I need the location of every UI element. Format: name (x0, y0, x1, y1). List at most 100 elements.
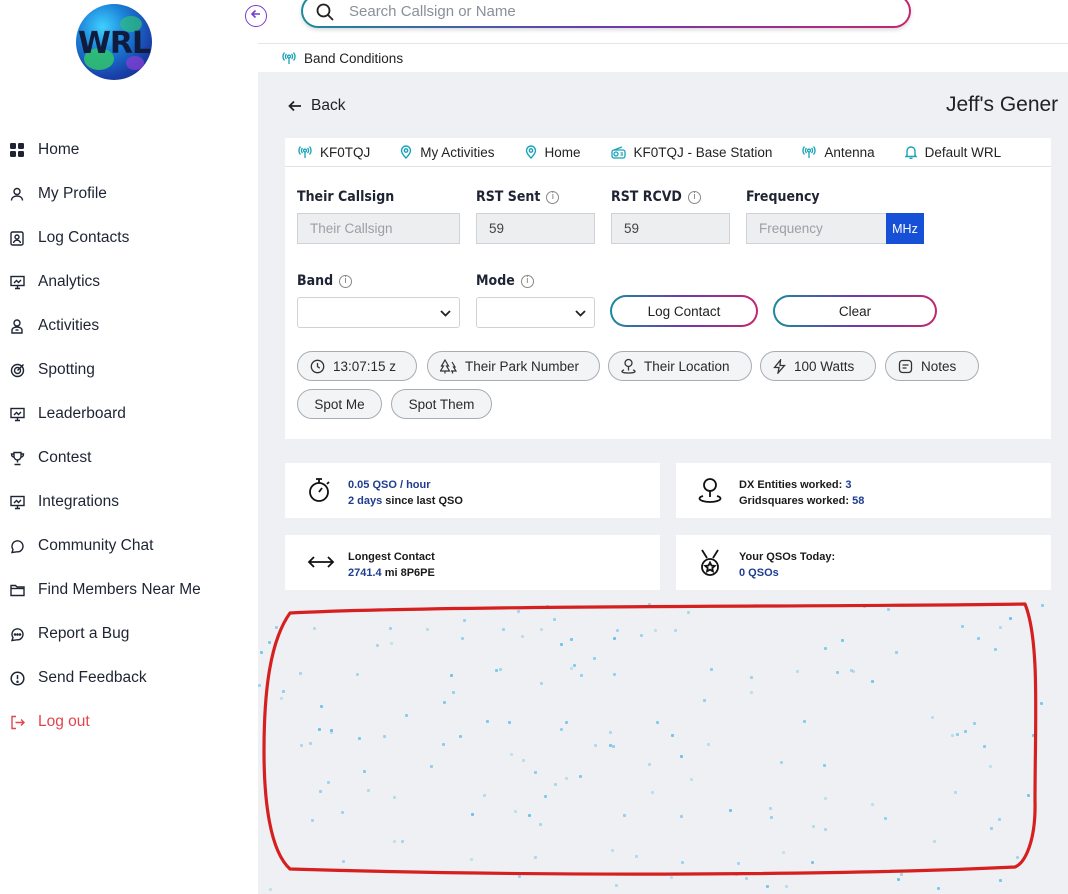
tab-home[interactable]: Home (525, 145, 581, 160)
sidebar-item-find-members[interactable]: Find Members Near Me (0, 568, 258, 612)
note-icon (898, 359, 913, 374)
sidebar-item-home[interactable]: Home (0, 128, 258, 172)
star-dot (656, 721, 660, 725)
tab-my-activities[interactable]: My Activities (400, 145, 495, 160)
spot-me-pill[interactable]: Spot Me (297, 389, 382, 419)
star-dot (703, 698, 707, 702)
person-badge-icon (9, 318, 25, 334)
pill-label: 13:07:15 z (333, 358, 397, 374)
tab-callsign[interactable]: KF0TQJ (298, 145, 370, 160)
star-dot (430, 765, 434, 769)
trophy-icon (9, 450, 25, 466)
back-button[interactable]: Back (288, 97, 345, 115)
pill-label: Notes (921, 358, 957, 374)
sidebar-item-leaderboard[interactable]: Leaderboard (0, 392, 258, 436)
location-pin-icon (525, 145, 537, 159)
sidebar-item-integrations[interactable]: Integrations (0, 480, 258, 524)
star-dot (823, 647, 827, 651)
qsos-today-card: Your QSOs Today: 0 QSOs (676, 535, 1051, 590)
clear-button[interactable]: Clear (773, 295, 937, 327)
pill-label: 100 Watts (794, 358, 855, 374)
star-dot (471, 813, 475, 817)
star-dot (977, 637, 981, 641)
sidebar-item-contest[interactable]: Contest (0, 436, 258, 480)
info-icon[interactable]: i (520, 274, 534, 288)
sidebar-item-log-contacts[interactable]: Log Contacts (0, 216, 258, 260)
their-location-pill[interactable]: Their Location (608, 351, 752, 381)
tab-label: KF0TQJ (320, 144, 371, 160)
star-dot (997, 817, 1001, 821)
their-callsign-label: Their Callsign (297, 189, 394, 205)
band-conditions-bar[interactable]: Band Conditions (258, 43, 1068, 72)
sidebar-item-report-bug[interactable]: Report a Bug (0, 612, 258, 656)
star-dot (963, 729, 967, 733)
star-dot (999, 878, 1003, 882)
wrl-logo[interactable]: WRL (76, 4, 152, 80)
star-dot (896, 878, 900, 882)
star-dot (653, 629, 657, 633)
frequency-label: Frequency (746, 189, 820, 205)
star-dot (612, 744, 616, 748)
days-since-suffix: since last QSO (382, 495, 463, 507)
mode-label: Mode i (476, 273, 534, 289)
sidebar-item-community-chat[interactable]: Community Chat (0, 524, 258, 568)
sidebar-item-label: Report a Bug (38, 625, 130, 642)
sidebar-item-send-feedback[interactable]: Send Feedback (0, 656, 258, 700)
presentation-chart-icon (9, 494, 25, 510)
sidebar-item-my-profile[interactable]: My Profile (0, 172, 258, 216)
star-dot (405, 713, 409, 717)
log-contact-button[interactable]: Log Contact (610, 295, 758, 327)
frequency-input[interactable]: Frequency (746, 213, 887, 244)
star-dot (894, 651, 898, 655)
star-dot (363, 769, 367, 773)
sidebar-item-log-out[interactable]: Log out (0, 700, 258, 744)
sidebar-item-label: Home (38, 141, 80, 158)
star-dot (988, 765, 992, 769)
mode-select[interactable] (476, 297, 595, 328)
info-icon[interactable]: i (546, 190, 560, 204)
spot-them-pill[interactable]: Spot Them (391, 389, 492, 419)
star-dot (502, 628, 506, 632)
star-dot (366, 789, 370, 793)
star-dot (1016, 855, 1020, 859)
info-icon[interactable]: i (687, 190, 701, 204)
longest-contact-label: Longest Contact (348, 551, 435, 563)
time-pill[interactable]: 13:07:15 z (297, 351, 417, 381)
star-dot (835, 671, 839, 675)
star-dot (543, 794, 547, 798)
star-dot (579, 774, 583, 778)
collapse-sidebar-button[interactable] (245, 5, 267, 27)
star-dot (871, 680, 875, 684)
their-callsign-input[interactable]: Their Callsign (297, 213, 460, 244)
star-dot (679, 814, 683, 818)
lightning-icon (773, 358, 786, 374)
star-dot (507, 720, 511, 724)
tab-default-wrl[interactable]: Default WRL (904, 145, 1001, 160)
sidebar-item-spotting[interactable]: Spotting (0, 348, 258, 392)
info-icon[interactable]: i (339, 274, 353, 288)
rst-sent-input[interactable]: 59 (476, 213, 595, 244)
star-dot (509, 753, 513, 757)
grid-icon (9, 142, 25, 158)
rst-rcvd-label-text: RST RCVD (611, 189, 682, 205)
dx-entities-value: 3 (845, 479, 852, 491)
sidebar-item-analytics[interactable]: Analytics (0, 260, 258, 304)
sidebar-item-label: Analytics (38, 273, 101, 290)
park-number-pill[interactable]: Their Park Number (427, 351, 600, 381)
star-dot (482, 794, 486, 798)
star-dot (258, 683, 262, 687)
tab-label: KF0TQJ - Base Station (633, 144, 773, 160)
search-bar[interactable] (301, 0, 911, 28)
star-dot (840, 639, 844, 643)
star-dot (441, 743, 445, 747)
rst-rcvd-input[interactable]: 59 (611, 213, 730, 244)
tab-base-station[interactable]: KF0TQJ - Base Station (610, 144, 773, 160)
tab-antenna[interactable]: Antenna (802, 145, 875, 160)
qsos-today-label: Your QSOs Today: (739, 551, 836, 563)
notes-pill[interactable]: Notes (885, 351, 979, 381)
power-pill[interactable]: 100 Watts (760, 351, 876, 381)
sidebar-item-activities[interactable]: Activities (0, 304, 258, 348)
band-label-text: Band (297, 273, 334, 289)
search-input[interactable] (349, 0, 889, 22)
band-select[interactable] (297, 297, 460, 328)
